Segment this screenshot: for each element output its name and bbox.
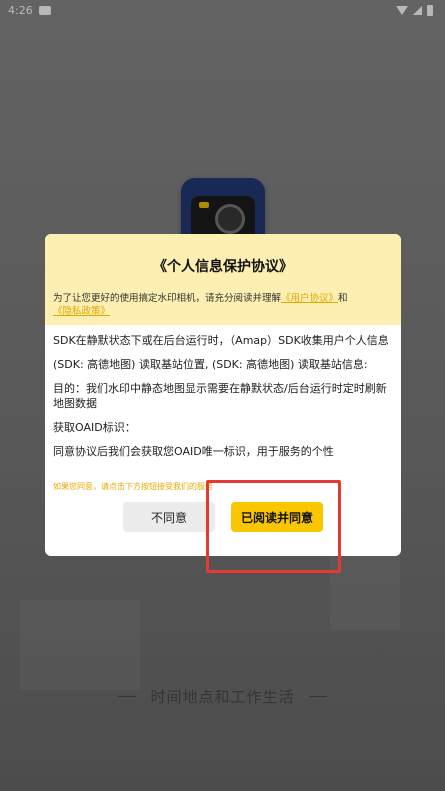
dialog-actions: 不同意 已阅读并同意 [45,502,401,532]
content-paragraph: (SDK: 高德地图) 读取基站位置, (SDK: 高德地图) 读取基站信息: [53,358,368,371]
agree-button[interactable]: 已阅读并同意 [231,502,323,532]
content-paragraph: 同意协议后我们会获取您OAID唯一标识，用于服务的个性 [53,445,334,458]
dialog-scroll-content[interactable]: SDK在静默状态下或在后台运行时，（Amap）SDK收集用户个人信息 (SDK:… [45,325,401,473]
dialog-title: 《个人信息保护协议》 [153,259,293,275]
user-agreement-link[interactable]: 《用户协议》 [281,293,338,304]
content-paragraph: 目的：我们水印中静态地图显示需要在静默状态/后台运行时定时刷新地图数据 [53,382,387,410]
content-paragraph: SDK在静默状态下或在后台运行时，（Amap）SDK收集用户个人信息 [53,334,389,347]
content-paragraph: 获取OAID标识： [53,421,136,434]
intro-text: 为了让您更好的使用搞定水印相机，请充分阅读并理解 [53,293,282,304]
privacy-policy-link[interactable]: 《隐私政策》 [53,306,110,317]
intro-and-text: 和 [338,293,348,304]
disagree-button[interactable]: 不同意 [123,502,215,532]
consent-hint: 如果您同意，请点击下方按钮接受我们的服务 [53,482,213,491]
privacy-dialog: 《个人信息保护协议》 为了让您更好的使用搞定水印相机，请充分阅读并理解《用户协议… [45,234,401,556]
dialog-intro: 为了让您更好的使用搞定水印相机，请充分阅读并理解《用户协议》和《隐私政策》 [53,292,393,318]
dialog-header: 《个人信息保护协议》 为了让您更好的使用搞定水印相机，请充分阅读并理解《用户协议… [45,234,401,325]
